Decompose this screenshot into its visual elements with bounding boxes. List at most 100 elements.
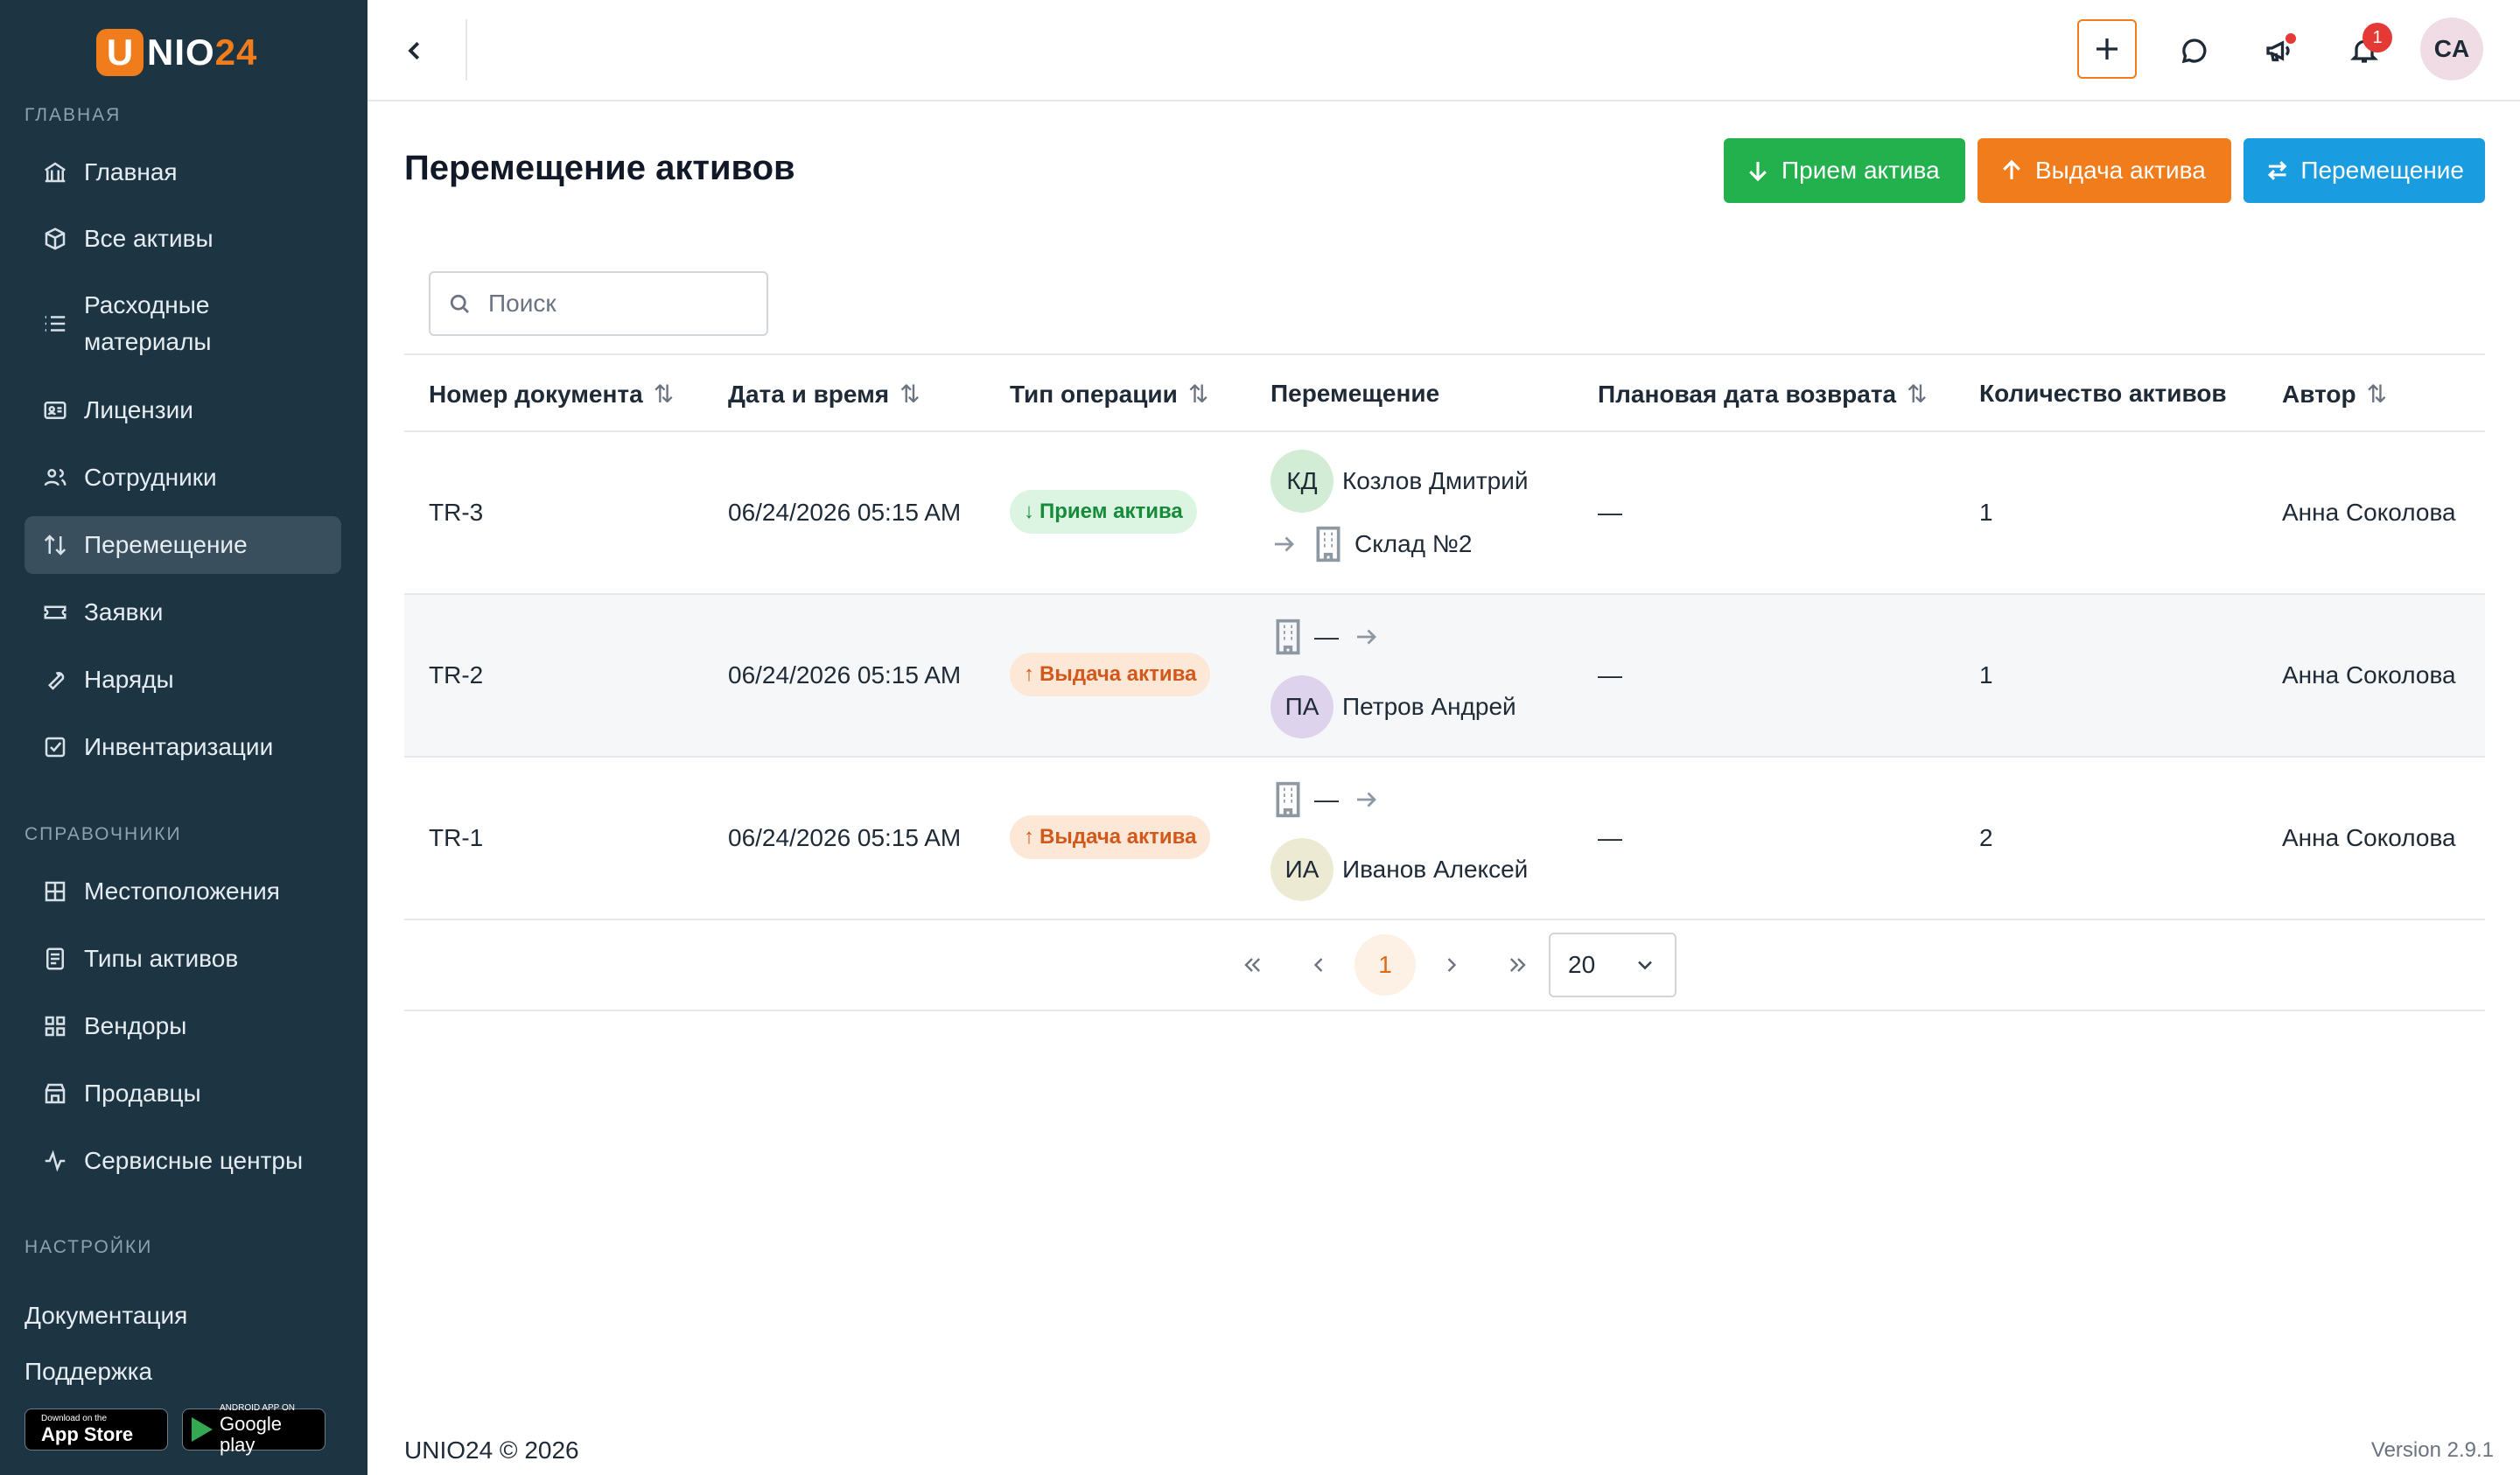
location-name: — bbox=[1314, 623, 1339, 650]
avatar: ПА bbox=[1270, 675, 1334, 738]
back-button[interactable] bbox=[394, 30, 436, 72]
prev-page-button[interactable] bbox=[1288, 934, 1349, 996]
column-label: Количество активов bbox=[1979, 380, 2227, 407]
transfer-button[interactable]: Перемещение bbox=[2244, 138, 2485, 203]
sidebar-item-consumables[interactable]: Расходные материалы bbox=[24, 287, 341, 360]
top-bar: 1 CA bbox=[368, 0, 2520, 101]
column-header-movement: Перемещение bbox=[1270, 380, 1439, 408]
page-number-current[interactable]: 1 bbox=[1354, 934, 1416, 996]
chat-button[interactable] bbox=[2170, 26, 2219, 75]
documentation-link[interactable]: Документация bbox=[24, 1302, 187, 1330]
building-icon bbox=[1276, 619, 1300, 655]
avatar: КД bbox=[1270, 450, 1334, 513]
document-icon bbox=[40, 944, 70, 974]
return-date: — bbox=[1598, 499, 1622, 526]
ticket-icon bbox=[40, 598, 70, 627]
sort-icon[interactable]: ⇅ bbox=[2367, 380, 2387, 409]
first-page-button[interactable] bbox=[1222, 934, 1283, 996]
chevron-left-icon bbox=[408, 41, 420, 60]
sidebar-item-licenses[interactable]: Лицензии bbox=[24, 392, 341, 429]
search-box[interactable] bbox=[429, 271, 768, 336]
sidebar-item-sellers[interactable]: Продавцы bbox=[24, 1075, 341, 1112]
movement-from: — bbox=[1270, 618, 1379, 656]
page-size-value: 20 bbox=[1568, 951, 1596, 978]
sidebar-item-locations[interactable]: Местоположения bbox=[24, 873, 341, 910]
last-page-button[interactable] bbox=[1488, 934, 1549, 996]
table-row[interactable]: TR-2 06/24/2026 05:15 AM ↑ Выдача актива … bbox=[404, 595, 2485, 758]
plus-icon bbox=[2096, 38, 2118, 59]
chevron-right-icon bbox=[1447, 958, 1457, 972]
sort-icon[interactable]: ⇅ bbox=[900, 380, 920, 409]
column-header-datetime[interactable]: Дата и время ⇅ bbox=[728, 380, 920, 409]
sidebar-item-work-orders[interactable]: Наряды bbox=[24, 661, 341, 698]
search-input[interactable] bbox=[488, 290, 733, 318]
datetime: 06/24/2026 05:15 AM bbox=[728, 661, 962, 689]
avatar: ИА bbox=[1270, 838, 1334, 901]
column-header-operation[interactable]: Тип операции ⇅ bbox=[1010, 380, 1208, 409]
arrow-up-icon bbox=[2003, 159, 2020, 179]
logo-mark: U bbox=[96, 29, 144, 76]
sidebar-item-transfers[interactable]: Перемещение bbox=[24, 516, 341, 574]
wrench-icon bbox=[40, 665, 70, 695]
page-size-select[interactable]: 20 bbox=[1549, 933, 1676, 997]
swap-icon bbox=[2267, 161, 2287, 180]
movement-to: Склад №2 bbox=[1270, 525, 1472, 563]
column-header-return-date[interactable]: Плановая дата возврата ⇅ bbox=[1598, 380, 1928, 409]
operation-label: Прием актива bbox=[1040, 500, 1183, 523]
column-label: Автор bbox=[2282, 380, 2356, 408]
author: Анна Соколова bbox=[2282, 661, 2456, 689]
sort-icon[interactable]: ⇅ bbox=[1188, 380, 1208, 409]
doc-number[interactable]: TR-3 bbox=[429, 499, 483, 527]
doc-number[interactable]: TR-2 bbox=[429, 661, 483, 689]
column-header-doc[interactable]: Номер документа ⇅ bbox=[429, 380, 674, 409]
app-store-big: App Store bbox=[41, 1423, 134, 1445]
operation-label: Выдача актива bbox=[1040, 825, 1197, 849]
doc-number[interactable]: TR-1 bbox=[429, 824, 483, 852]
user-avatar[interactable]: CA bbox=[2420, 17, 2483, 80]
support-link[interactable]: Поддержка bbox=[24, 1358, 152, 1386]
divider bbox=[466, 19, 467, 80]
sidebar-item-requests[interactable]: Заявки bbox=[24, 594, 341, 631]
app-store-text: Download on the App Store bbox=[41, 1414, 133, 1445]
quick-add-button[interactable] bbox=[2077, 19, 2137, 79]
transfer-label: Перемещение bbox=[2300, 157, 2464, 184]
movement-from: КД Козлов Дмитрий bbox=[1270, 450, 1529, 513]
chevron-left-icon bbox=[1313, 958, 1323, 972]
sidebar-item-employees[interactable]: Сотрудники bbox=[24, 459, 341, 496]
sidebar-item-asset-types[interactable]: Типы активов bbox=[24, 940, 341, 977]
brand-logo[interactable]: U NIO24 bbox=[96, 28, 257, 77]
app-store-badge[interactable]: Download on the App Store bbox=[24, 1409, 168, 1451]
return-date: — bbox=[1598, 661, 1622, 689]
table-row[interactable]: TR-1 06/24/2026 05:15 AM ↑ Выдача актива … bbox=[404, 758, 2485, 920]
box-icon bbox=[40, 224, 70, 254]
sidebar: U NIO24 ГЛАВНАЯ Главная Все активы Расхо… bbox=[0, 0, 368, 1475]
store-icon bbox=[40, 1079, 70, 1108]
sidebar-item-all-assets[interactable]: Все активы bbox=[24, 220, 341, 257]
sidebar-item-vendors[interactable]: Вендоры bbox=[24, 1008, 341, 1045]
section-title-references: СПРАВОЧНИКИ bbox=[24, 824, 182, 844]
sort-icon[interactable]: ⇅ bbox=[1907, 380, 1927, 409]
column-label: Перемещение bbox=[1270, 380, 1440, 407]
table-row[interactable]: TR-3 06/24/2026 05:15 AM ↓ Прием актива К… bbox=[404, 432, 2485, 595]
sidebar-item-home[interactable]: Главная bbox=[24, 154, 341, 191]
announcements-button[interactable] bbox=[2254, 26, 2303, 75]
location-name: Склад №2 bbox=[1354, 530, 1473, 557]
arrow-up-icon: ↑ bbox=[1024, 662, 1034, 686]
notifications-button[interactable]: 1 bbox=[2340, 23, 2392, 75]
next-page-button[interactable] bbox=[1421, 934, 1482, 996]
google-play-badge[interactable]: ANDROID APP ON Google play bbox=[182, 1403, 326, 1456]
receive-asset-button[interactable]: Прием актива bbox=[1724, 138, 1965, 203]
list-icon bbox=[40, 309, 70, 339]
sort-icon[interactable]: ⇅ bbox=[654, 380, 674, 409]
sidebar-item-inventories[interactable]: Инвентаризации bbox=[24, 729, 341, 765]
sidebar-item-service-centers[interactable]: Сервисные центры bbox=[24, 1143, 341, 1179]
issue-asset-button[interactable]: Выдача актива bbox=[1978, 138, 2231, 203]
column-header-author[interactable]: Автор ⇅ bbox=[2282, 380, 2387, 409]
asset-count: 2 bbox=[1979, 824, 1993, 851]
operation-badge: ↑ Выдача актива bbox=[1010, 815, 1211, 859]
building-icon bbox=[1316, 526, 1340, 563]
pagination: 1 20 bbox=[404, 920, 2485, 1011]
play-icon bbox=[192, 1417, 213, 1442]
datetime: 06/24/2026 05:15 AM bbox=[728, 499, 962, 526]
author: Анна Соколова bbox=[2282, 824, 2456, 851]
